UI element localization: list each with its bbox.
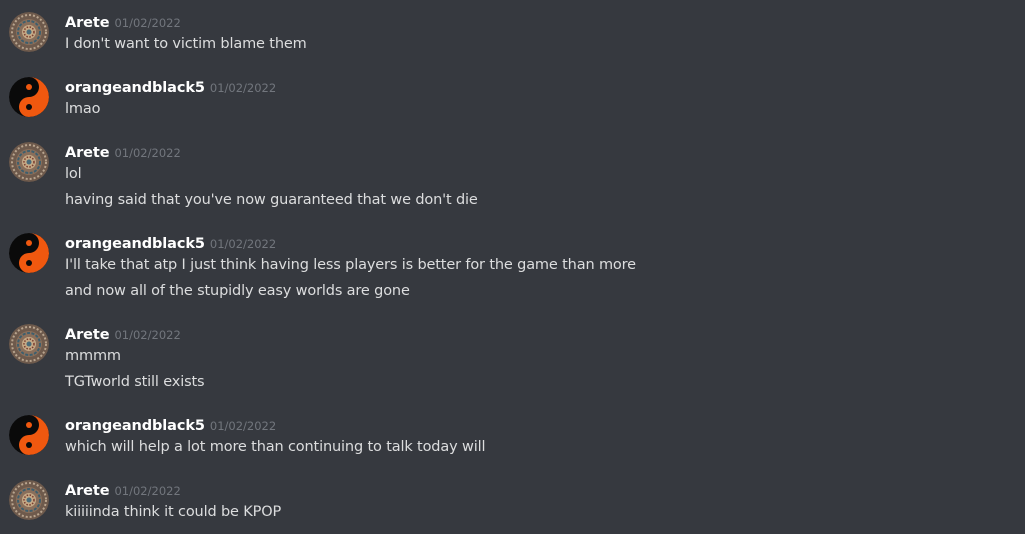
message-header: Arete 01/02/2022	[65, 12, 181, 32]
mandala-avatar-icon[interactable]	[9, 142, 49, 182]
username[interactable]: Arete	[65, 145, 110, 161]
timestamp: 01/02/2022	[114, 328, 181, 342]
message-text: lol	[65, 166, 82, 182]
message-text: and now all of the stupidly easy worlds …	[65, 283, 410, 299]
message-header: orangeandblack5 01/02/2022	[65, 77, 276, 97]
message-text: TGTworld still exists	[65, 374, 205, 390]
message-text: kiiiiinda think it could be KPOP	[65, 504, 282, 520]
username[interactable]: orangeandblack5	[65, 418, 205, 434]
mandala-avatar-icon[interactable]	[9, 480, 49, 520]
message-header: orangeandblack5 01/02/2022	[65, 415, 276, 435]
username[interactable]: Arete	[65, 15, 110, 31]
timestamp: 01/02/2022	[114, 146, 181, 160]
message-header: Arete 01/02/2022	[65, 480, 181, 500]
mandala-avatar-icon[interactable]	[9, 12, 49, 52]
message-text: mmmm	[65, 348, 121, 364]
yin-yang-avatar-icon[interactable]	[9, 233, 49, 273]
yin-yang-avatar-icon[interactable]	[9, 77, 49, 117]
timestamp: 01/02/2022	[114, 484, 181, 498]
mandala-avatar-icon[interactable]	[9, 324, 49, 364]
username[interactable]: orangeandblack5	[65, 80, 205, 96]
message-text: I don't want to victim blame them	[65, 36, 307, 52]
username[interactable]: Arete	[65, 327, 110, 343]
message-text: having said that you've now guaranteed t…	[65, 192, 478, 208]
chat-message-list: Arete 01/02/2022 I don't want to victim b…	[0, 0, 1025, 534]
message-header: Arete 01/02/2022	[65, 324, 181, 344]
username[interactable]: Arete	[65, 483, 110, 499]
message-text: lmao	[65, 101, 101, 117]
message-text: which will help a lot more than continui…	[65, 439, 486, 455]
timestamp: 01/02/2022	[209, 419, 277, 433]
username[interactable]: orangeandblack5	[65, 236, 205, 252]
timestamp: 01/02/2022	[209, 237, 277, 251]
yin-yang-avatar-icon[interactable]	[9, 415, 49, 455]
message-header: orangeandblack5 01/02/2022	[65, 233, 276, 253]
timestamp: 01/02/2022	[209, 81, 277, 95]
timestamp: 01/02/2022	[114, 16, 181, 30]
message-header: Arete 01/02/2022	[65, 142, 181, 162]
message-text: I'll take that atp I just think having l…	[65, 257, 636, 273]
